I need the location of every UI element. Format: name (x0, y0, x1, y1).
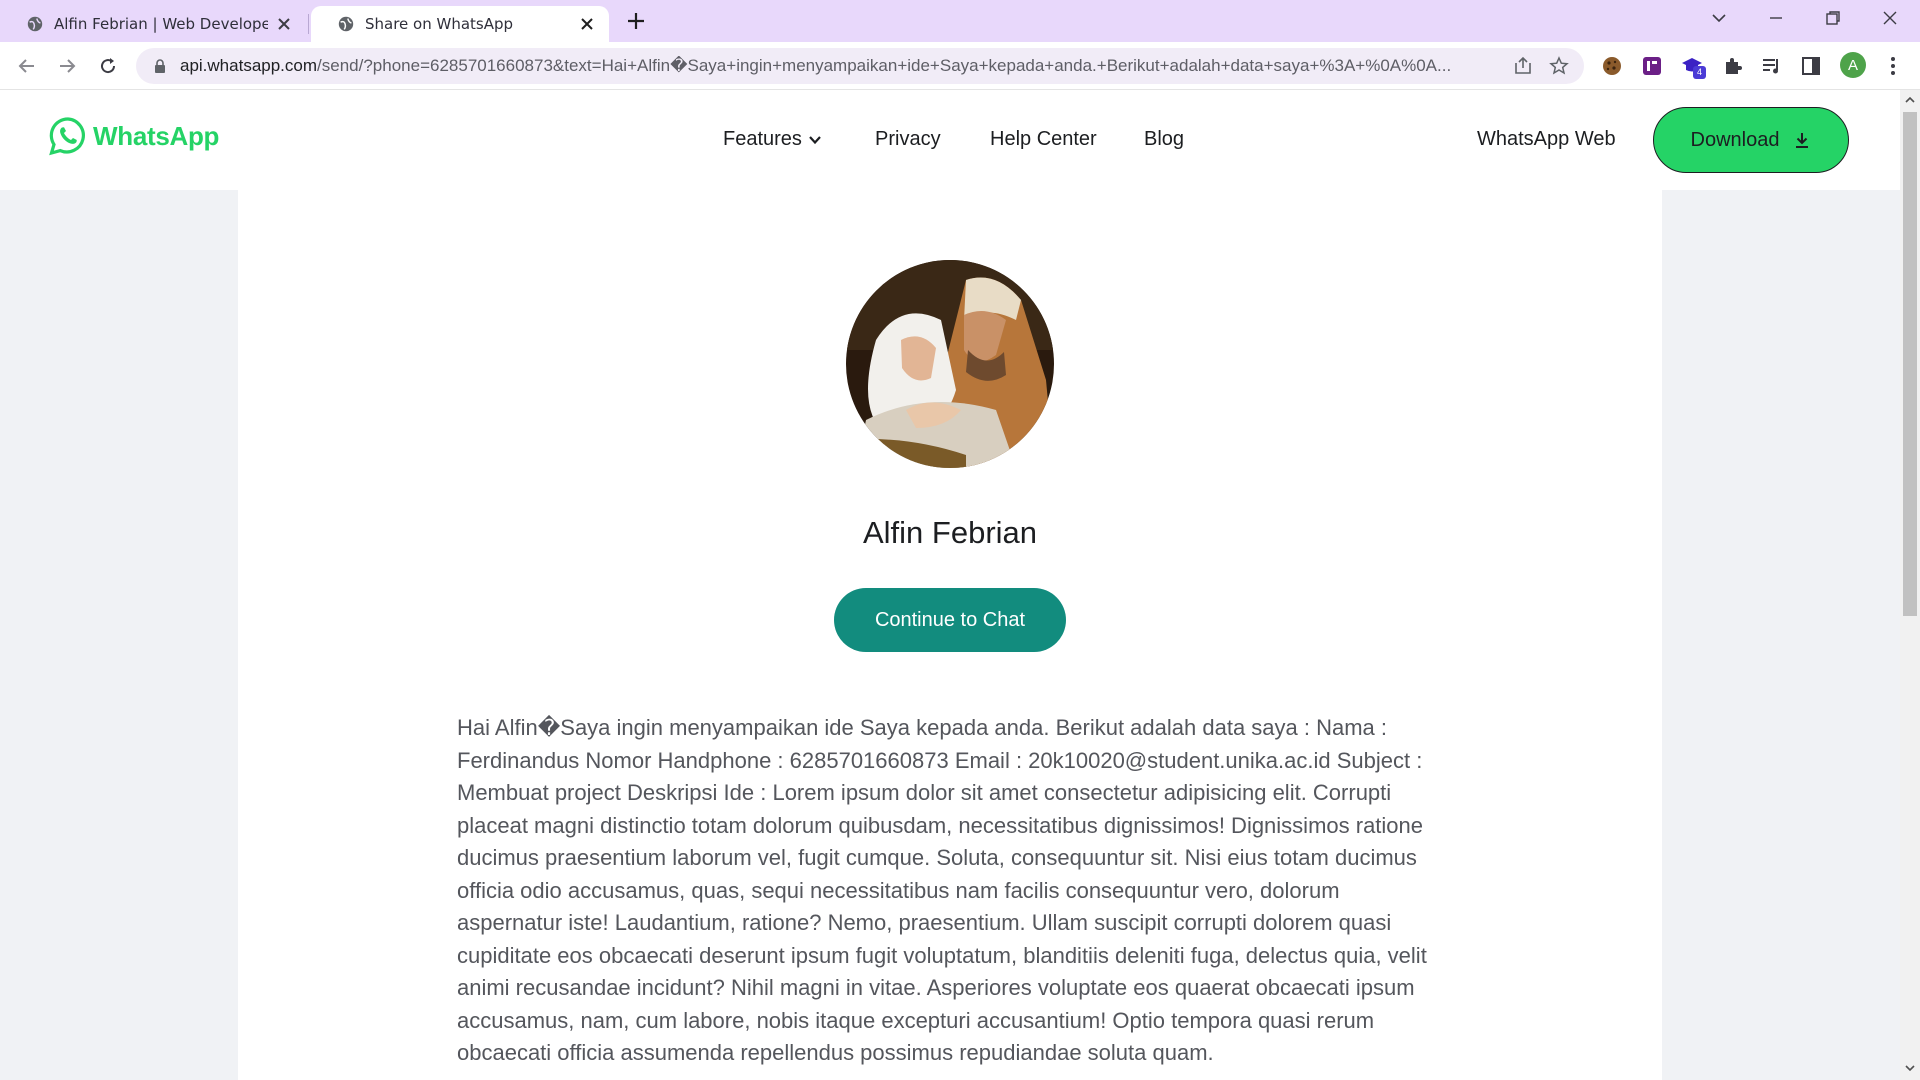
side-panel-icon[interactable] (1799, 54, 1823, 78)
extension-badge: 4 (1693, 66, 1706, 79)
chevron-down-icon (809, 135, 821, 144)
whatsapp-header: WhatsApp Features Privacy Help Center Bl… (0, 90, 1900, 190)
close-window-icon[interactable] (1878, 6, 1902, 30)
contact-profile-photo (846, 260, 1054, 468)
back-arrow-icon[interactable] (15, 54, 39, 78)
url-host: api.whatsapp.com (180, 56, 318, 75)
bookmark-star-icon[interactable] (1548, 55, 1570, 77)
continue-to-chat-button[interactable]: Continue to Chat (834, 588, 1066, 652)
contact-name: Alfin Febrian (862, 515, 1038, 550)
globe-icon (27, 16, 43, 32)
url-text: api.whatsapp.com/send/?phone=62857016608… (180, 56, 1512, 76)
browser-tab-strip: Alfin Febrian | Web Developer & Share on… (0, 0, 1920, 42)
share-card: Alfin Febrian Continue to Chat Hai Alfin… (238, 190, 1662, 1080)
close-tab-icon[interactable] (579, 16, 595, 32)
ai-extension[interactable]: 4 (1680, 54, 1706, 79)
url-path: /send/?phone=6285701660873&text=Hai+Alfi… (317, 56, 1452, 75)
profile-avatar[interactable]: A (1840, 52, 1866, 78)
browser-toolbar: api.whatsapp.com/send/?phone=62857016608… (0, 42, 1920, 90)
new-tab-icon[interactable] (624, 9, 648, 33)
whatsapp-logo-icon (49, 117, 85, 156)
media-control-icon[interactable] (1760, 54, 1784, 78)
scroll-down-arrow-icon[interactable] (1904, 1062, 1916, 1074)
nav-help-center[interactable]: Help Center (990, 128, 1097, 151)
globe-icon (338, 16, 354, 32)
download-arrow-icon (1796, 133, 1809, 148)
tab-search-chevron-icon[interactable] (1707, 6, 1731, 30)
scroll-up-arrow-icon[interactable] (1904, 94, 1916, 106)
whatsapp-logo[interactable]: WhatsApp (48, 116, 219, 156)
browser-menu-icon[interactable] (1881, 54, 1905, 78)
download-label: Download (1690, 128, 1780, 151)
prefilled-message: Hai Alfin�Saya ingin menyampaikan ide Sa… (457, 715, 1427, 1065)
nav-features[interactable]: Features (723, 128, 822, 151)
nav-features-label: Features (723, 128, 802, 150)
browser-tab-share-whatsapp[interactable]: Share on WhatsApp (311, 6, 609, 42)
scrollbar-thumb[interactable] (1903, 112, 1917, 616)
nav-blog[interactable]: Blog (1144, 128, 1184, 151)
whatsapp-web-link[interactable]: WhatsApp Web (1477, 128, 1616, 151)
forward-arrow-icon[interactable] (55, 54, 79, 78)
close-tab-icon[interactable] (276, 16, 292, 32)
brand-name: WhatsApp (93, 120, 220, 151)
devtools-extension-icon[interactable] (1640, 54, 1664, 78)
address-bar[interactable]: api.whatsapp.com/send/?phone=62857016608… (136, 48, 1584, 84)
cookie-extension-icon[interactable] (1600, 54, 1624, 78)
tab-divider (308, 14, 309, 34)
minimize-icon[interactable] (1764, 6, 1788, 30)
browser-tab-portfolio[interactable]: Alfin Febrian | Web Developer & (0, 6, 306, 42)
nav-privacy[interactable]: Privacy (875, 128, 941, 151)
lock-icon[interactable] (152, 58, 168, 74)
profile-painting-image (846, 260, 1054, 468)
share-icon[interactable] (1512, 55, 1534, 77)
reload-icon[interactable] (96, 54, 120, 78)
download-button[interactable]: Download (1653, 107, 1849, 173)
tab-title: Share on WhatsApp (365, 15, 514, 33)
page-content: WhatsApp Features Privacy Help Center Bl… (0, 90, 1900, 1080)
extensions-puzzle-icon[interactable] (1721, 54, 1745, 78)
tab-title: Alfin Febrian | Web Developer & (54, 15, 268, 33)
restore-icon[interactable] (1821, 6, 1845, 30)
